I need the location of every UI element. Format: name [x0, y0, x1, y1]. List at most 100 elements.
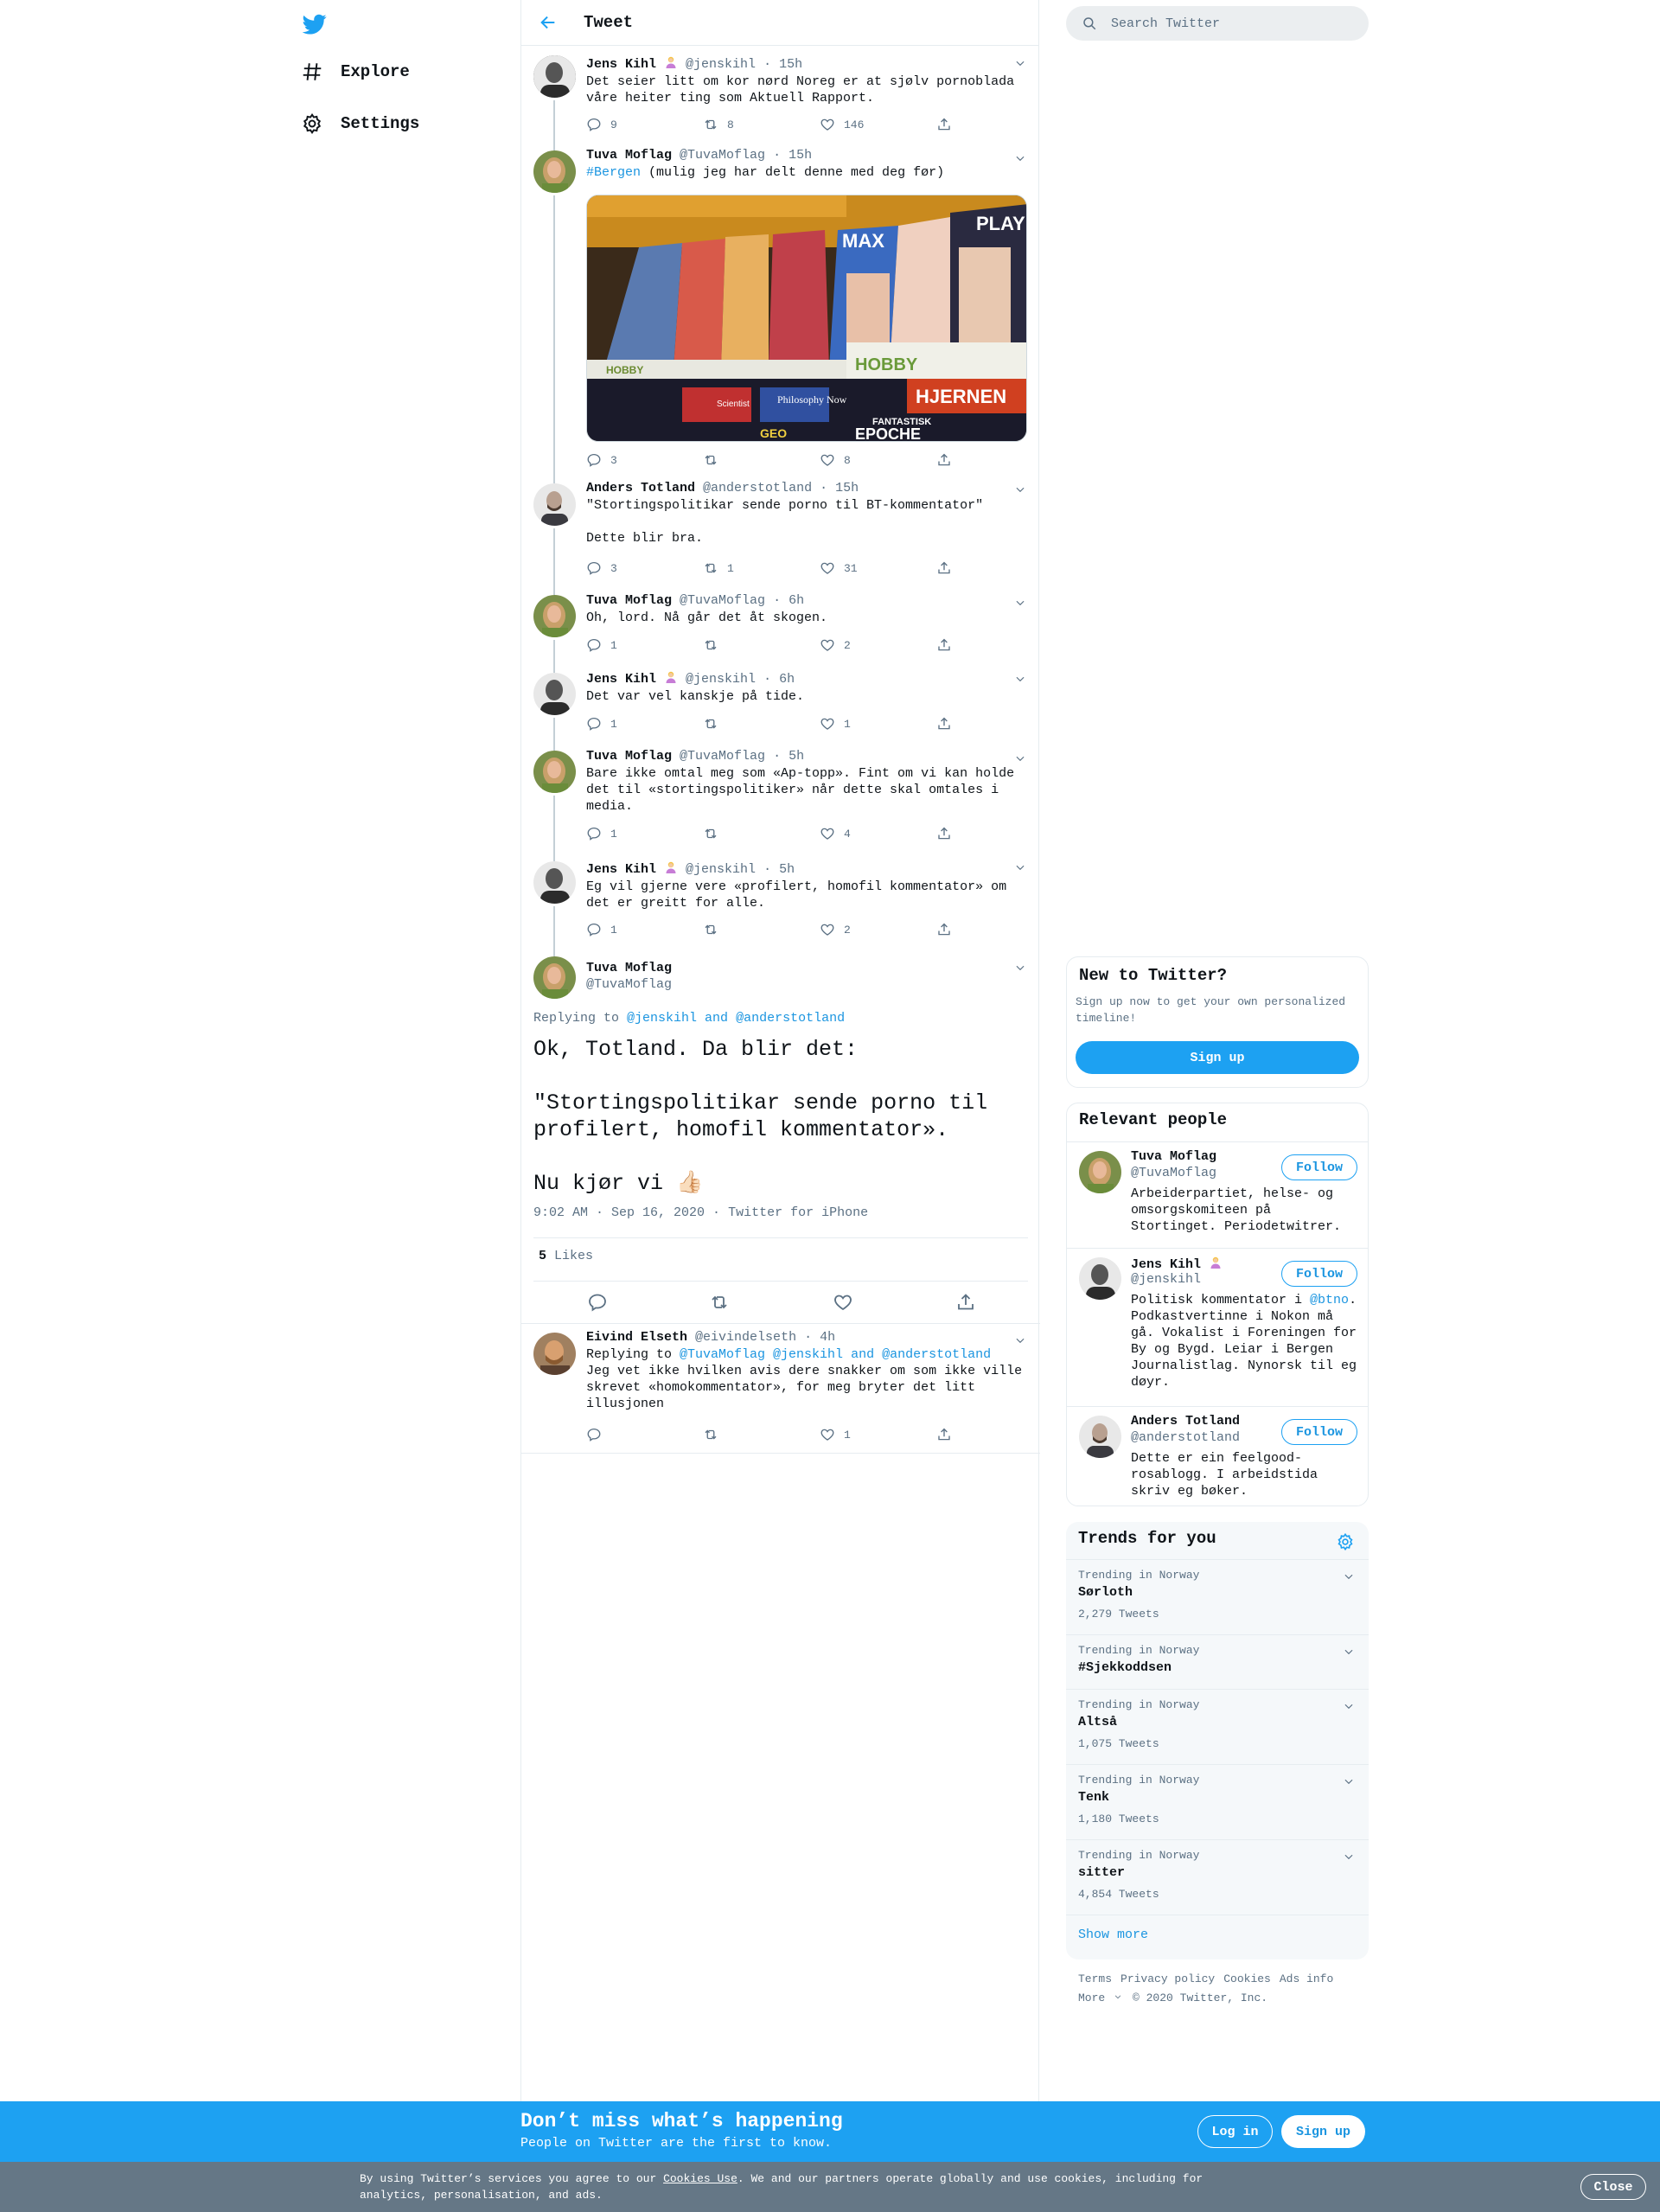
person-name[interactable]: Tuva Moflag [1131, 1149, 1216, 1164]
thread-tweet[interactable]: Jens Kihl @jenskihl · 6h Det var vel kan… [521, 668, 1040, 745]
retweet-icon[interactable] [709, 1292, 730, 1313]
share-button[interactable] [936, 716, 961, 732]
tweet-time[interactable]: · 15h [763, 57, 802, 72]
author-name[interactable]: Jens Kihl [586, 57, 656, 72]
chevron-down-icon[interactable] [1343, 1646, 1355, 1658]
footer-privacy-link[interactable]: Privacy policy [1120, 1972, 1215, 1985]
chevron-down-icon[interactable] [1014, 962, 1026, 974]
avatar[interactable] [533, 956, 576, 999]
mention-link[interactable]: @TuvaMoflag @jenskihl and @anderstotland [680, 1347, 991, 1362]
author-handle[interactable]: @jenskihl [686, 57, 756, 72]
share-button[interactable] [936, 452, 961, 468]
relevant-person[interactable]: Tuva Moflag @TuvaMoflag Arbeiderpartiet,… [1067, 1141, 1368, 1248]
mention-link[interactable]: @jenskihl [627, 1011, 697, 1026]
reply-icon[interactable] [587, 1292, 608, 1313]
person-name-row[interactable]: Jens Kihl [1131, 1256, 1223, 1272]
author-handle[interactable]: @TuvaMoflag [586, 976, 672, 993]
follow-button[interactable]: Follow [1281, 1261, 1357, 1287]
reply-button[interactable]: 3 [586, 560, 617, 576]
thread-tweet[interactable]: Jens Kihl @jenskihl · 5h Eg vil gjerne v… [521, 858, 1040, 955]
footer-ads-link[interactable]: Ads info [1280, 1972, 1333, 1985]
reply-button[interactable]: 1 [586, 922, 617, 937]
thread-tweet[interactable]: Tuva Moflag @TuvaMoflag · 6h Oh, lord. N… [521, 590, 1040, 668]
person-handle[interactable]: @TuvaMoflag [1131, 1166, 1216, 1180]
retweet-button[interactable]: 8 [703, 117, 734, 132]
trend-item[interactable]: Trending in Norway Altså 1,075 Tweets [1066, 1689, 1369, 1764]
follow-button[interactable]: Follow [1281, 1154, 1357, 1180]
chevron-down-icon[interactable] [1014, 483, 1026, 495]
chevron-down-icon[interactable] [1014, 861, 1026, 873]
bio-mention-link[interactable]: @btno [1310, 1293, 1349, 1307]
author-name[interactable]: Eivind Elseth [586, 1330, 687, 1345]
cookies-use-link[interactable]: Cookies Use [663, 2172, 737, 2185]
chevron-down-icon[interactable] [1343, 1570, 1355, 1582]
like-button[interactable]: 4 [820, 826, 851, 841]
retweet-button[interactable] [703, 452, 727, 468]
author-name[interactable]: Tuva Moflag [586, 749, 672, 764]
show-more-link[interactable]: Show more [1078, 1928, 1148, 1942]
author-handle[interactable]: @jenskihl [686, 672, 756, 687]
footer-more-button[interactable]: More [1078, 1991, 1122, 2004]
author-handle[interactable]: @eivindelseth [695, 1330, 796, 1345]
author-handle[interactable]: @TuvaMoflag [680, 148, 765, 163]
tweet-time[interactable]: · 6h [773, 593, 804, 608]
chevron-down-icon[interactable] [1014, 752, 1026, 764]
reply-button[interactable]: 1 [586, 637, 617, 653]
thread-tweet[interactable]: Tuva Moflag @TuvaMoflag · 5h Bare ikke o… [521, 745, 1040, 858]
retweet-button[interactable] [703, 826, 727, 841]
trend-item[interactable]: Trending in Norway #Sjekkoddsen [1066, 1634, 1369, 1689]
trend-item[interactable]: Trending in Norway Tenk 1,180 Tweets [1066, 1764, 1369, 1839]
author-handle[interactable]: @TuvaMoflag [680, 593, 765, 608]
retweet-button[interactable] [703, 1427, 727, 1442]
thread-tweet[interactable]: Tuva Moflag @TuvaMoflag · 15h #Bergen (m… [521, 142, 1040, 473]
like-button[interactable]: 31 [820, 560, 858, 576]
avatar[interactable] [533, 483, 576, 526]
reply-tweet[interactable]: Eivind Elseth @eivindelseth · 4h Replyin… [521, 1324, 1040, 1454]
twitter-bird-icon[interactable] [301, 12, 329, 36]
tweet-time[interactable]: · 5h [763, 862, 795, 877]
sign-up-button[interactable]: Sign up [1281, 2115, 1365, 2148]
trend-item[interactable]: Trending in Norway Sørloth 2,279 Tweets [1066, 1559, 1369, 1634]
tweet-time[interactable]: · 15h [773, 148, 812, 163]
author-name[interactable]: Tuva Moflag [586, 593, 672, 608]
footer-cookies-link[interactable]: Cookies [1223, 1972, 1271, 1985]
avatar[interactable] [1079, 1151, 1121, 1193]
person-name[interactable]: Anders Totland [1131, 1414, 1240, 1429]
footer-terms-link[interactable]: Terms [1078, 1972, 1112, 1985]
tweet-time[interactable]: · 4h [804, 1330, 835, 1345]
author-name[interactable]: Jens Kihl [586, 672, 656, 687]
retweet-button[interactable] [703, 716, 727, 732]
avatar[interactable] [533, 150, 576, 193]
thread-tweet[interactable]: Anders Totland @anderstotland · 15h "Sto… [521, 473, 1040, 590]
likes-summary[interactable]: 5 Likes [539, 1249, 593, 1263]
like-button[interactable]: 8 [820, 452, 851, 468]
avatar[interactable] [1079, 1257, 1121, 1300]
author-handle[interactable]: @jenskihl [686, 862, 756, 877]
person-handle[interactable]: @anderstotland [1131, 1430, 1240, 1445]
like-button[interactable]: 1 [820, 716, 851, 732]
tweet-image[interactable]: HOBBY HOBBY HJERNEN EPOCHE FANTASTISK PL… [586, 195, 1027, 442]
follow-button[interactable]: Follow [1281, 1419, 1357, 1445]
chevron-down-icon[interactable] [1343, 1851, 1355, 1863]
reply-button[interactable]: 9 [586, 117, 617, 132]
avatar[interactable] [533, 751, 576, 793]
avatar[interactable] [533, 55, 576, 98]
author-handle[interactable]: @anderstotland [703, 481, 812, 495]
share-button[interactable] [936, 560, 961, 576]
author-name[interactable]: Tuva Moflag [586, 960, 672, 976]
tweet-time[interactable]: · 6h [763, 672, 795, 687]
chevron-down-icon[interactable] [1014, 673, 1026, 685]
sign-up-button[interactable]: Sign up [1076, 1041, 1359, 1074]
avatar[interactable] [533, 595, 576, 637]
share-button[interactable] [936, 637, 961, 653]
relevant-person[interactable]: Jens Kihl @jenskihl Politisk kommentator… [1067, 1248, 1368, 1406]
trend-item[interactable]: Trending in Norway sitter 4,854 Tweets [1066, 1839, 1369, 1915]
author-name[interactable]: Tuva Moflag [586, 148, 672, 163]
avatar[interactable] [533, 1333, 576, 1375]
log-in-button[interactable]: Log in [1197, 2115, 1273, 2148]
chevron-down-icon[interactable] [1014, 1334, 1026, 1346]
retweet-button[interactable]: 1 [703, 560, 734, 576]
author-name[interactable]: Jens Kihl [586, 862, 656, 877]
like-button[interactable]: 146 [820, 117, 864, 132]
avatar[interactable] [533, 861, 576, 904]
